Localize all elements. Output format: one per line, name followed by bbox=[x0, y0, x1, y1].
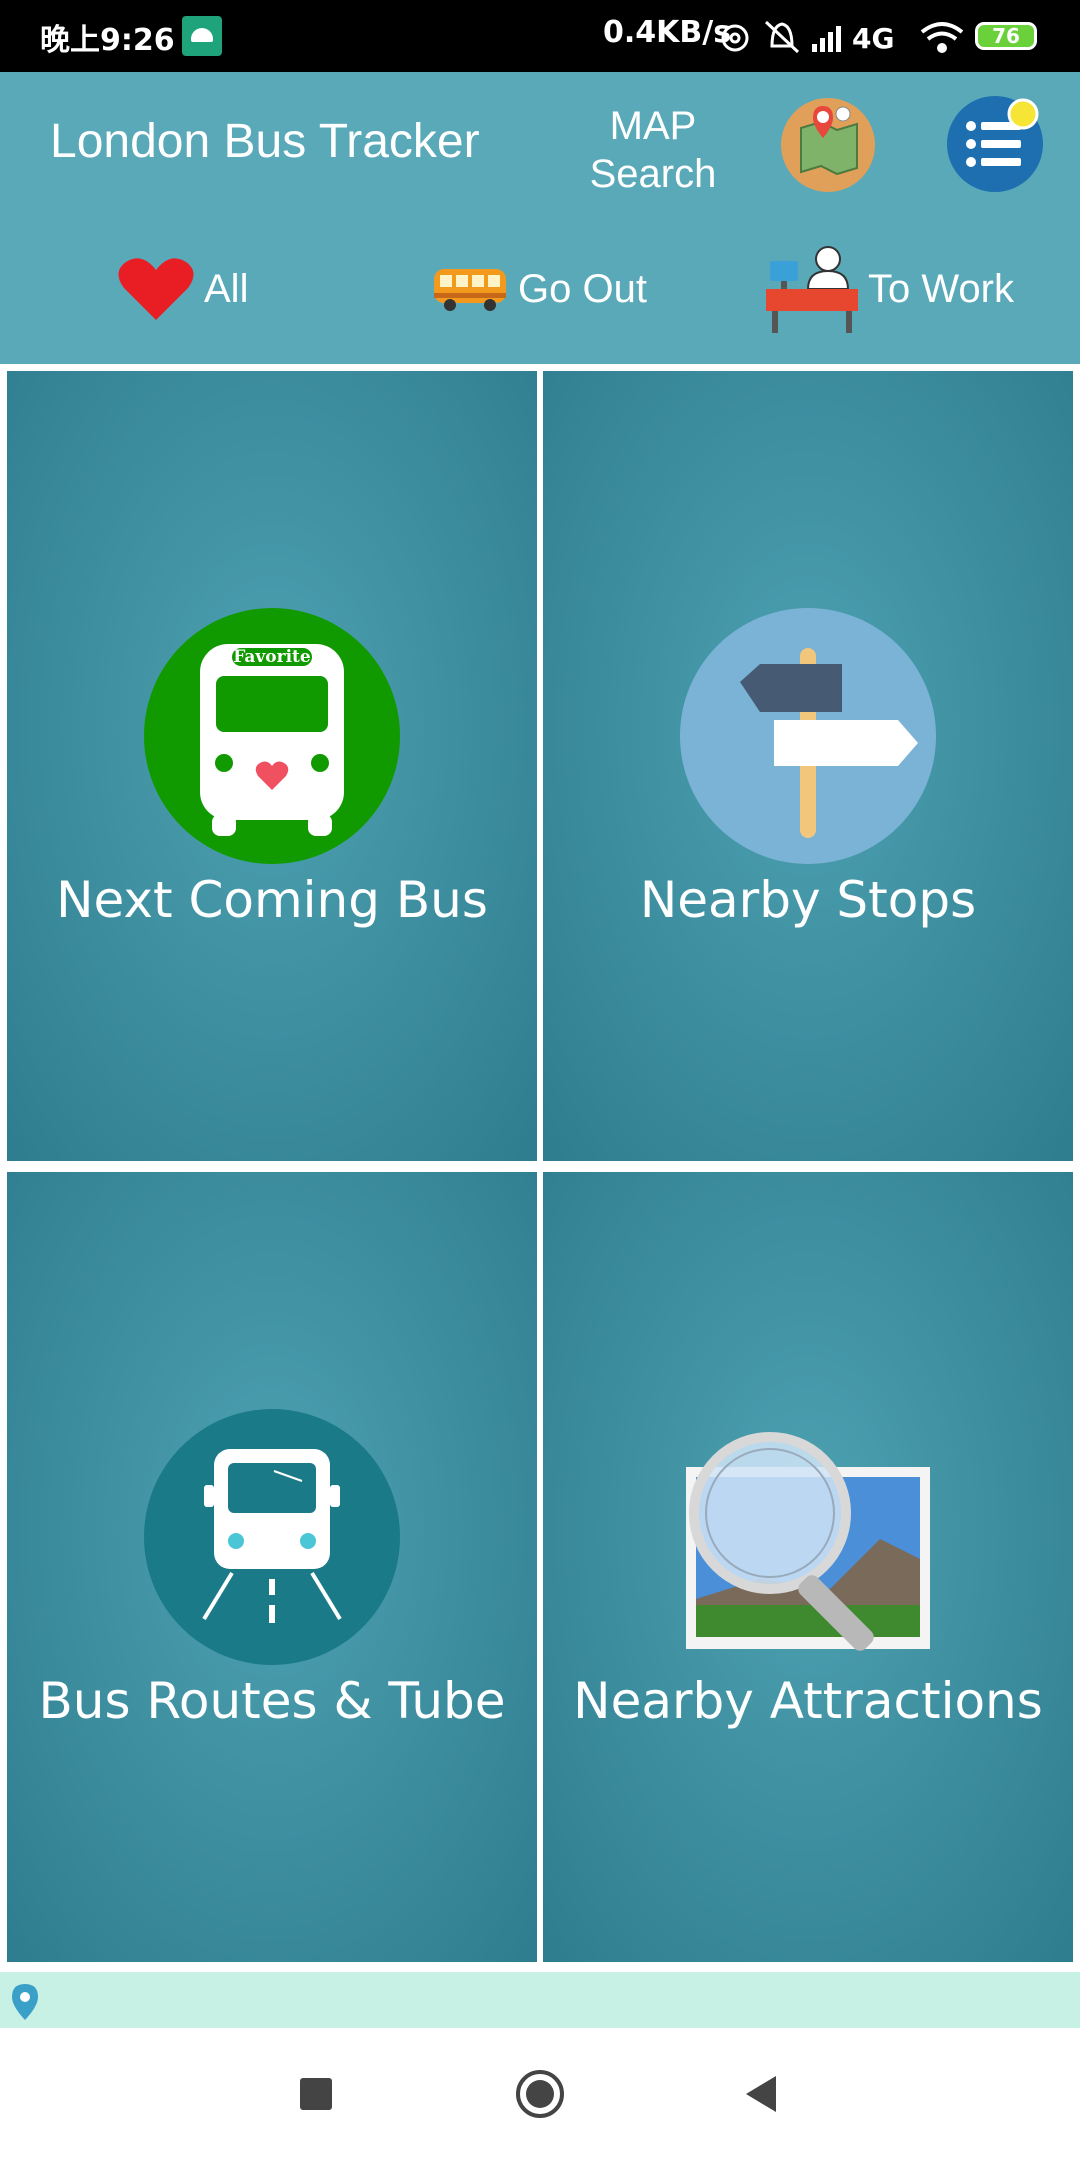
tile-nearby-stops[interactable]: Nearby Stops bbox=[543, 371, 1073, 1161]
mute-bell-icon bbox=[764, 20, 800, 54]
tile-next-coming-bus-label: Next Coming Bus bbox=[56, 871, 488, 929]
filter-to-work[interactable]: To Work bbox=[764, 244, 1014, 334]
signal-icon bbox=[812, 26, 841, 52]
app-header: London Bus Tracker MAP Search All Go Out… bbox=[0, 72, 1080, 437]
main-grid: Favorite Next Coming Bus Nearby Stops Bu… bbox=[0, 365, 1080, 1965]
map-search-label-line1: MAP bbox=[609, 104, 697, 148]
status-time: 晚上9:26 bbox=[40, 23, 175, 58]
map-search-button[interactable]: MAP Search bbox=[575, 102, 731, 198]
map-route-icon[interactable] bbox=[781, 98, 875, 192]
tile-nearby-attractions[interactable]: Nearby Attractions bbox=[543, 1172, 1073, 1962]
filter-all[interactable]: All bbox=[116, 244, 248, 334]
favorite-bus-icon: Favorite bbox=[144, 608, 400, 864]
favorite-text: Favorite bbox=[233, 647, 311, 667]
wifi-icon bbox=[920, 22, 964, 53]
app-title: London Bus Tracker bbox=[50, 115, 480, 168]
tile-nearby-attractions-label: Nearby Attractions bbox=[573, 1672, 1043, 1730]
home-button[interactable] bbox=[514, 2068, 566, 2120]
ad-banner[interactable] bbox=[0, 1972, 1080, 2028]
recents-button[interactable] bbox=[298, 2076, 334, 2112]
system-nav-bar bbox=[0, 2028, 1080, 2160]
filter-all-label: All bbox=[204, 266, 249, 311]
signpost-icon bbox=[680, 608, 936, 864]
hotspot-icon bbox=[721, 24, 749, 52]
network-type: 4G bbox=[852, 22, 894, 55]
tile-next-coming-bus[interactable]: Favorite Next Coming Bus bbox=[7, 371, 537, 1161]
bus-route-icon bbox=[144, 1409, 400, 1665]
status-bar: 晚上9:26 0.4KB/s 4G 76 bbox=[0, 0, 1080, 72]
back-button[interactable] bbox=[742, 2074, 778, 2114]
battery-icon: 76 bbox=[975, 22, 1037, 50]
magnifier-photo-icon bbox=[686, 1432, 930, 1651]
menu-list-icon[interactable] bbox=[945, 94, 1045, 194]
desk-worker-icon bbox=[766, 246, 858, 333]
android-notification-icon bbox=[182, 16, 222, 56]
filter-go-out-label: Go Out bbox=[518, 266, 647, 311]
heart-icon bbox=[118, 258, 194, 320]
location-pin-icon bbox=[12, 1984, 38, 2020]
tile-nearby-stops-label: Nearby Stops bbox=[639, 871, 977, 929]
tile-bus-routes-tube-label: Bus Routes & Tube bbox=[38, 1672, 506, 1730]
tile-bus-routes-tube[interactable]: Bus Routes & Tube bbox=[7, 1172, 537, 1962]
bus-icon bbox=[434, 269, 506, 311]
filter-to-work-label: To Work bbox=[868, 266, 1014, 311]
filter-go-out[interactable]: Go Out bbox=[430, 244, 647, 334]
map-search-label-line2: Search bbox=[589, 152, 717, 196]
